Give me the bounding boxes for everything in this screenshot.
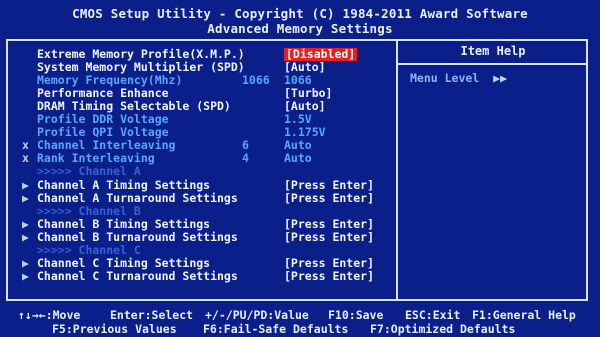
setting-row[interactable]: x Rank Interleaving 4 Auto: [22, 152, 392, 165]
setting-value: 1.175V: [284, 125, 326, 140]
setting-row[interactable]: ▶ Channel A Turnaround Settings [Press Ent…: [22, 190, 392, 205]
setting-row[interactable]: ▶ Channel B Timing Settings [Press Enter]: [22, 216, 392, 231]
submenu-arrow-icon: ▶: [22, 268, 29, 283]
setting-label: Performance Enhance: [37, 86, 169, 101]
setting-row[interactable]: ▶ Channel C Turnaround Settings [Press Ent…: [22, 268, 392, 283]
setting-current-value: 1066: [242, 73, 270, 88]
setting-label: Rank Interleaving: [37, 151, 155, 166]
help-divider: [398, 63, 586, 65]
setting-label: System Memory Multiplier (SPD): [37, 60, 245, 75]
setting-label: Channel B Timing Settings: [37, 216, 211, 231]
item-help-title: Item Help: [460, 44, 526, 58]
setting-value[interactable]: [Press Enter]: [284, 256, 374, 270]
setting-value[interactable]: [Press Enter]: [284, 217, 374, 231]
setting-current-value: 4: [242, 151, 249, 166]
panel-divider: [396, 39, 398, 301]
setting-value[interactable]: [Disabled]: [284, 48, 358, 61]
setting-value[interactable]: [Press Enter]: [284, 191, 374, 205]
footer-exit: ESC:Exit: [405, 308, 461, 322]
setting-value: 1.5V: [284, 112, 312, 127]
disabled-mark-icon: x: [22, 138, 29, 153]
setting-label: Channel A Timing Settings: [37, 177, 211, 192]
setting-label: DRAM Timing Selectable (SPD): [37, 99, 231, 114]
setting-label: >>>>> Channel B: [37, 203, 141, 218]
section-header: >>>>> Channel B: [22, 203, 392, 218]
section-header: >>>>> Channel C: [22, 242, 392, 257]
setting-label: Channel A Turnaround Settings: [37, 190, 238, 205]
setting-current-value: 6: [242, 138, 249, 153]
setting-label: Profile DDR Voltage: [37, 112, 169, 127]
footer-general-help: F1:General Help: [472, 308, 576, 322]
setting-label: Extreme Memory Profile(X.M.P.): [37, 47, 245, 61]
setting-value[interactable]: [Turbo]: [284, 87, 332, 100]
setting-value: Auto: [284, 138, 312, 153]
setting-label: >>>>> Channel A: [37, 164, 141, 179]
menu-level: Menu Level ▶▶: [410, 71, 507, 85]
setting-row[interactable]: ▶ Channel A Timing Settings [Press Enter]: [22, 177, 392, 192]
footer-previous-values: F5:Previous Values: [52, 322, 177, 336]
setting-value: Auto: [284, 151, 312, 166]
footer-save: F10:Save: [328, 308, 384, 322]
setting-value[interactable]: [Auto]: [284, 61, 326, 74]
setting-row[interactable]: x Channel Interleaving 6 Auto: [22, 139, 392, 152]
page-subtitle: Advanced Memory Settings: [207, 21, 393, 36]
setting-label: Channel C Turnaround Settings: [37, 268, 238, 283]
submenu-arrow-icon: ▶: [22, 190, 29, 205]
setting-row[interactable]: Profile DDR Voltage 1.5V: [22, 113, 392, 126]
setting-value[interactable]: [Press Enter]: [284, 178, 374, 192]
footer-select: Enter:Select: [110, 308, 194, 322]
setting-row[interactable]: Memory Frequency(Mhz) 1066 1066: [22, 74, 392, 87]
setting-value[interactable]: [Auto]: [284, 100, 326, 113]
setting-row[interactable]: Profile QPI Voltage 1.175V: [22, 126, 392, 139]
setting-row[interactable]: Performance Enhance [Turbo]: [22, 87, 392, 100]
setting-row[interactable]: System Memory Multiplier (SPD) [Auto]: [22, 61, 392, 74]
submenu-arrow-icon: ▶: [22, 177, 29, 192]
window-title: CMOS Setup Utility - Copyright (C) 1984-…: [72, 6, 528, 21]
setting-label: Channel B Turnaround Settings: [37, 229, 238, 244]
menu-level-arrows-icon: ▶▶: [493, 71, 508, 85]
setting-label: Channel Interleaving: [37, 138, 176, 153]
setting-label: Profile QPI Voltage: [37, 125, 169, 140]
setting-row[interactable]: ▶ Channel B Turnaround Settings [Press Ent…: [22, 229, 392, 244]
setting-row[interactable]: DRAM Timing Selectable (SPD) [Auto]: [22, 100, 392, 113]
footer-optimized: F7:Optimized Defaults: [370, 322, 516, 336]
setting-label: >>>>> Channel C: [37, 242, 141, 257]
setting-value[interactable]: [Press Enter]: [284, 230, 374, 244]
disabled-mark-icon: x: [22, 151, 29, 166]
setting-label: Memory Frequency(Mhz): [37, 73, 183, 88]
setting-row[interactable]: ▶ Channel C Timing Settings [Press Enter]: [22, 255, 392, 270]
section-header: >>>>> Channel A: [22, 165, 392, 178]
setting-value[interactable]: [Press Enter]: [284, 269, 374, 283]
submenu-arrow-icon: ▶: [22, 229, 29, 244]
footer-value: +/-/PU/PD:Value: [205, 308, 309, 322]
setting-value: 1066: [284, 73, 312, 88]
submenu-arrow-icon: ▶: [22, 216, 29, 231]
footer-move: ↑↓→←:Move: [18, 308, 81, 322]
setting-row[interactable]: Extreme Memory Profile(X.M.P.) [Disabled]: [22, 48, 392, 61]
submenu-arrow-icon: ▶: [22, 255, 29, 270]
footer-fail-safe: F6:Fail-Safe Defaults: [203, 322, 349, 336]
setting-label: Channel C Timing Settings: [37, 255, 211, 270]
menu-level-label: Menu Level: [410, 71, 480, 85]
